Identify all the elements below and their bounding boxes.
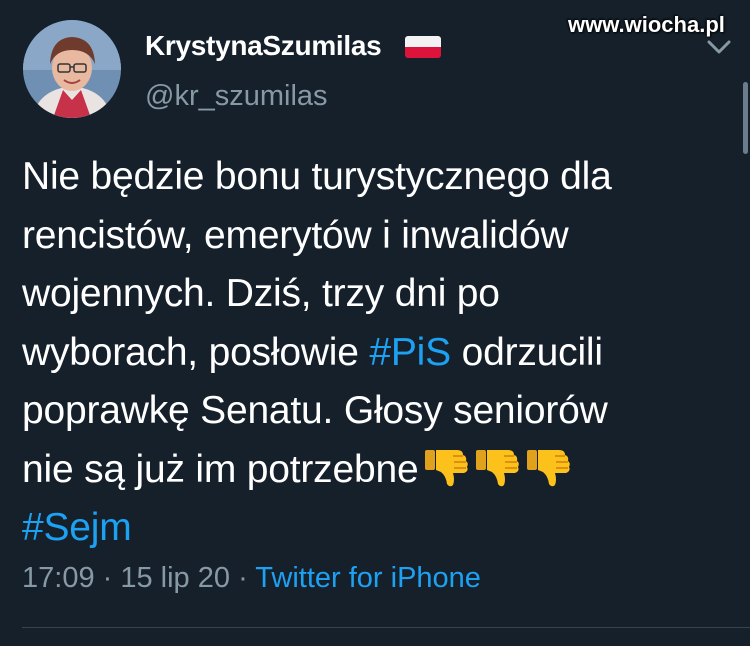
poland-flag-icon — [405, 36, 441, 58]
thumbs-down-icon — [476, 449, 520, 486]
tweet-line: wyborach, posłowie #PiS odrzucili — [22, 324, 738, 383]
thumbs-down-icon — [527, 449, 571, 486]
hashtag-sejm-link[interactable]: #Sejm — [22, 506, 132, 549]
tweet-line: Nie będzie bonu turystycznego dla — [22, 155, 612, 198]
tweet-time: 17:09 — [22, 562, 95, 594]
hashtag-pis-link[interactable]: #PiS — [369, 331, 451, 374]
divider — [22, 627, 750, 628]
tweet-line: poprawkę Senatu. Głosy seniorów — [22, 389, 608, 432]
tweet-source-link[interactable]: Twitter for iPhone — [255, 562, 481, 594]
meta-separator: · — [230, 562, 256, 594]
author-handle[interactable]: @kr_szumilas — [145, 80, 328, 113]
author-display-name[interactable]: KrystynaSzumilas — [145, 30, 382, 62]
tweet-text: Nie będzie bonu turystycznego dla rencis… — [22, 148, 738, 558]
avatar[interactable] — [23, 20, 121, 118]
scrollbar[interactable] — [743, 82, 748, 154]
avatar-photo — [23, 20, 121, 118]
tweet-line: nie są już im potrzebne — [22, 441, 738, 500]
tweet-text-segment: nie są już im potrzebne — [22, 447, 419, 491]
tweet-line: rencistów, emerytów i inwalidów — [22, 213, 569, 257]
watermark: www.wiocha.pl — [568, 12, 725, 37]
tweet-date: 15 lip 20 — [120, 562, 231, 594]
thumbs-down-icon — [425, 449, 469, 486]
tweet-line: wojennych. Dziś, trzy dni po — [22, 272, 500, 315]
chevron-down-icon[interactable] — [706, 36, 732, 58]
tweet-metadata: 17:09 · 15 lip 20 · Twitter for iPhone — [22, 562, 481, 595]
tweet-text-segment: wyborach, posłowie — [22, 330, 370, 374]
meta-separator: · — [94, 562, 121, 594]
tweet-line: #Sejm — [22, 499, 738, 558]
tweet-text-segment: odrzucili — [450, 330, 603, 374]
